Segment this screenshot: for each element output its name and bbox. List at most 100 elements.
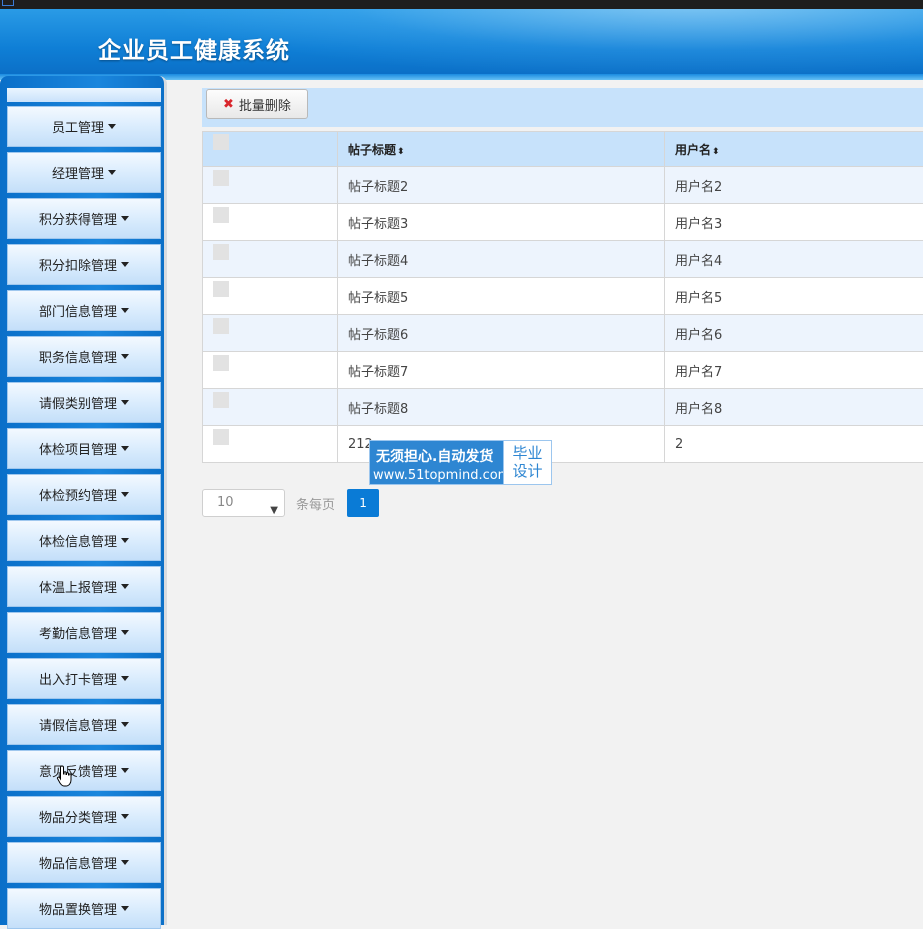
caret-down-icon: [121, 676, 129, 681]
batch-delete-label: 批量删除: [239, 95, 291, 114]
sidebar-item-checkup-item[interactable]: 体检项目管理: [7, 428, 161, 469]
sidebar-top-strip: [7, 88, 161, 102]
row-checkbox[interactable]: [213, 244, 229, 260]
post-title-cell: 帖子标题3: [338, 204, 665, 241]
row-checkbox[interactable]: [213, 170, 229, 186]
column-header-label: 用户名: [675, 143, 711, 157]
app-header: 企业员工健康系统: [0, 9, 923, 80]
checkbox-cell: [203, 426, 338, 463]
sidebar-item-points-earned[interactable]: 积分获得管理: [7, 198, 161, 239]
per-page-label: 条每页: [296, 494, 335, 513]
row-checkbox[interactable]: [213, 429, 229, 445]
row-checkbox[interactable]: [213, 207, 229, 223]
watermark-line2: www.51topmind.com: [373, 468, 510, 483]
sidebar-item-label: 职务信息管理: [39, 347, 117, 366]
username-cell: 用户名4: [665, 241, 923, 278]
sidebar-item-label: 部门信息管理: [39, 301, 117, 320]
sidebar-item-points-deducted[interactable]: 积分扣除管理: [7, 244, 161, 285]
row-checkbox[interactable]: [213, 355, 229, 371]
caret-down-icon: [121, 538, 129, 543]
post-title-cell: 帖子标题5: [338, 278, 665, 315]
sidebar-item-label: 体温上报管理: [39, 577, 117, 596]
username-cell: 用户名3: [665, 204, 923, 241]
username-cell: 用户名7: [665, 352, 923, 389]
row-checkbox[interactable]: [213, 281, 229, 297]
sidebar-item-label: 体检预约管理: [39, 485, 117, 504]
table-row[interactable]: 帖子标题3用户名3: [203, 204, 923, 241]
sidebar-item-label: 积分获得管理: [39, 209, 117, 228]
caret-down-icon: [121, 446, 129, 451]
watermark-badge-line1: 毕业: [504, 444, 551, 462]
select-all-checkbox[interactable]: [213, 134, 229, 150]
table-row[interactable]: 2122: [203, 426, 923, 463]
sidebar-item-employee[interactable]: 员工管理: [7, 106, 161, 147]
caret-down-icon: [121, 492, 129, 497]
caret-down-icon: [121, 354, 129, 359]
sidebar-item-label: 意见反馈管理: [39, 761, 117, 780]
post-title-cell: 帖子标题6: [338, 315, 665, 352]
caret-down-icon: [121, 768, 129, 773]
column-header-username[interactable]: 用户名⬍: [665, 132, 923, 167]
column-header-label: 帖子标题: [348, 143, 396, 157]
sidebar-item-temperature[interactable]: 体温上报管理: [7, 566, 161, 607]
caret-down-icon: [121, 630, 129, 635]
table-row[interactable]: 帖子标题7用户名7: [203, 352, 923, 389]
sidebar-item-label: 员工管理: [52, 117, 104, 136]
posts-table: 帖子标题⬍ 用户名⬍ 帖子标题2用户名2 帖子标题3用户名3 帖子标题4用户名4…: [202, 131, 923, 463]
hand-cursor-icon: [56, 765, 74, 787]
sidebar-item-manager[interactable]: 经理管理: [7, 152, 161, 193]
checkbox-cell: [203, 389, 338, 426]
caret-down-icon: [121, 308, 129, 313]
row-checkbox[interactable]: [213, 318, 229, 334]
sidebar-item-goods-category[interactable]: 物品分类管理: [7, 796, 161, 837]
app-title: 企业员工健康系统: [98, 31, 290, 65]
post-title-cell: 帖子标题2: [338, 167, 665, 204]
checkbox-cell: [203, 315, 338, 352]
sidebar-item-department[interactable]: 部门信息管理: [7, 290, 161, 331]
sidebar-item-attendance[interactable]: 考勤信息管理: [7, 612, 161, 653]
caret-down-icon: [121, 722, 129, 727]
batch-delete-button[interactable]: ✖ 批量删除: [206, 89, 308, 119]
sidebar-item-label: 体检项目管理: [39, 439, 117, 458]
table-row[interactable]: 帖子标题2用户名2: [203, 167, 923, 204]
sidebar-item-feedback[interactable]: 意见反馈管理: [7, 750, 161, 791]
table-row[interactable]: 帖子标题8用户名8: [203, 389, 923, 426]
sidebar-item-position[interactable]: 职务信息管理: [7, 336, 161, 377]
caret-down-icon: [121, 584, 129, 589]
post-title-cell: 帖子标题7: [338, 352, 665, 389]
checkbox-cell: [203, 352, 338, 389]
sort-icon: ⬍: [397, 147, 405, 157]
sidebar-item-checkup-info[interactable]: 体检信息管理: [7, 520, 161, 561]
sidebar-item-label: 积分扣除管理: [39, 255, 117, 274]
pagination: 10 ▼ 条每页 1: [202, 489, 379, 517]
sidebar-item-label: 体检信息管理: [39, 531, 117, 550]
caret-down-icon: [121, 262, 129, 267]
caret-down-icon: [121, 814, 129, 819]
page-size-select[interactable]: 10 ▼: [202, 489, 285, 517]
column-header-post-title[interactable]: 帖子标题⬍: [338, 132, 665, 167]
sidebar-item-clock-in[interactable]: 出入打卡管理: [7, 658, 161, 699]
row-checkbox[interactable]: [213, 392, 229, 408]
sidebar-item-label: 考勤信息管理: [39, 623, 117, 642]
sidebar-item-leave-info[interactable]: 请假信息管理: [7, 704, 161, 745]
sidebar-item-label: 请假信息管理: [39, 715, 117, 734]
sidebar-item-goods-info[interactable]: 物品信息管理: [7, 842, 161, 883]
sidebar-item-label: 出入打卡管理: [39, 669, 117, 688]
sidebar-item-goods-exchange[interactable]: 物品置换管理: [7, 888, 161, 929]
page-button-current[interactable]: 1: [347, 489, 379, 517]
table-row[interactable]: 帖子标题4用户名4: [203, 241, 923, 278]
caret-down-icon: [108, 124, 116, 129]
table-row[interactable]: 帖子标题6用户名6: [203, 315, 923, 352]
sidebar-item-leave-type[interactable]: 请假类别管理: [7, 382, 161, 423]
caret-down-icon: [108, 170, 116, 175]
page-size-value: 10: [217, 495, 234, 510]
caret-down-icon: [121, 860, 129, 865]
sidebar-item-checkup-booking[interactable]: 体检预约管理: [7, 474, 161, 515]
toolbar: ✖ 批量删除: [202, 88, 923, 127]
close-icon: ✖: [223, 97, 234, 112]
username-cell: 用户名5: [665, 278, 923, 315]
table-row[interactable]: 帖子标题5用户名5: [203, 278, 923, 315]
checkbox-cell: [203, 241, 338, 278]
username-cell: 2: [665, 426, 923, 463]
sidebar: 员工管理 经理管理 积分获得管理 积分扣除管理 部门信息管理 职务信息管理 请假…: [0, 76, 167, 925]
